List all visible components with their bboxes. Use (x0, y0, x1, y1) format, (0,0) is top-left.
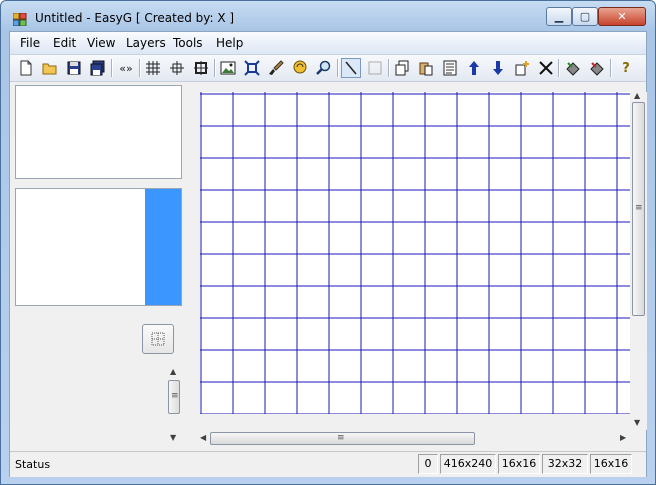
menu-file[interactable]: File (20, 36, 40, 50)
toolbar-separator (610, 59, 612, 77)
menu-bar: File Edit View Layers Tools Help (10, 32, 646, 55)
menu-view[interactable]: View (87, 36, 115, 50)
bucket-b-icon[interactable] (587, 58, 607, 78)
lasso-icon[interactable] (290, 58, 310, 78)
menu-tools[interactable]: Tools (173, 36, 203, 50)
close-button[interactable]: ✕ (598, 7, 646, 26)
scroll-up-icon[interactable]: ▲ (634, 91, 640, 100)
menu-help[interactable]: Help (216, 36, 243, 50)
copy-icon[interactable] (392, 58, 412, 78)
horizontal-scroll-thumb[interactable]: ≡ (210, 432, 475, 445)
status-cursor-cell: 32x32 (542, 454, 588, 474)
grid-small-icon (151, 332, 165, 346)
status-layer-index: 0 (418, 454, 438, 474)
delete-icon[interactable] (536, 58, 556, 78)
client-area: File Edit View Layers Tools Help «» ? ▲ … (9, 31, 647, 477)
scroll-down-icon[interactable]: ▼ (634, 418, 640, 427)
tile-grid[interactable] (200, 92, 630, 414)
grid-icon[interactable] (143, 58, 163, 78)
maximize-button[interactable]: ▢ (572, 7, 598, 26)
minimize-button[interactable]: ▁ (546, 7, 572, 26)
toolbar-separator (139, 59, 141, 77)
app-icon (12, 11, 27, 27)
toolbar-separator (214, 59, 216, 77)
new-file-icon[interactable] (16, 58, 36, 78)
window-title: Untitled - EasyG [ Created by: X ] (35, 11, 235, 25)
move-up-icon[interactable] (464, 58, 484, 78)
preview-panel[interactable] (15, 85, 182, 179)
scroll-right-icon[interactable]: ▶ (620, 433, 626, 442)
scroll-left-icon[interactable]: ◀ (200, 433, 206, 442)
zoom-icon[interactable] (314, 58, 334, 78)
scroll-down-icon[interactable]: ▼ (170, 433, 176, 442)
paste-icon[interactable] (416, 58, 436, 78)
rectangle-tool-icon[interactable] (365, 58, 385, 78)
scroll-up-icon[interactable]: ▲ (170, 367, 176, 376)
status-label: Status (15, 458, 51, 471)
help-icon[interactable]: ? (616, 58, 636, 78)
toolbar-separator (558, 59, 560, 77)
add-layer-icon[interactable] (512, 58, 532, 78)
toolbar-separator (388, 59, 390, 77)
canvas-horizontal-scrollbar[interactable]: ◀ ≡ ▶ (200, 430, 630, 447)
app-window: Untitled - EasyG [ Created by: X ] ▁ ▢ ✕… (0, 0, 656, 485)
save-all-icon[interactable] (88, 58, 108, 78)
vertical-scroll-thumb[interactable]: ≡ (632, 102, 645, 316)
grip-icon: ≡ (171, 391, 179, 401)
status-tile-size: 16x16 (498, 454, 540, 474)
save-icon[interactable] (64, 58, 84, 78)
toolbar-separator (337, 59, 339, 77)
text-icon[interactable] (440, 58, 460, 78)
grip-icon: ≡ (635, 203, 643, 213)
map-canvas[interactable] (200, 92, 630, 414)
title-bar[interactable]: Untitled - EasyG [ Created by: X ] ▁ ▢ ✕ (1, 1, 655, 31)
bucket-a-icon[interactable] (563, 58, 583, 78)
status-selection-size: 16x16 (590, 454, 632, 474)
canvas-vertical-scrollbar[interactable]: ▲ ≡ ▼ (630, 91, 647, 430)
status-bar: Status 0 416x240 16x16 32x32 16x16 (10, 451, 646, 477)
layers-scroll-thumb[interactable]: ≡ (168, 380, 180, 414)
swap-arrows-icon[interactable]: «» (116, 58, 136, 78)
grip-icon: ≡ (337, 433, 345, 443)
crosshair-icon[interactable] (167, 58, 187, 78)
status-map-size: 416x240 (440, 454, 496, 474)
move-down-icon[interactable] (488, 58, 508, 78)
open-folder-icon[interactable] (40, 58, 60, 78)
toggle-grid-button[interactable] (142, 324, 174, 354)
tile-palette-panel[interactable] (15, 188, 182, 306)
layers-scrollbar[interactable]: ▲ ≡ ▼ (166, 365, 183, 445)
toolbar: «» ? (10, 55, 646, 82)
toolbar-separator (111, 59, 113, 77)
fit-icon[interactable] (242, 58, 262, 78)
menu-layers[interactable]: Layers (126, 36, 166, 50)
brush-icon[interactable] (266, 58, 286, 78)
frame-icon[interactable] (191, 58, 211, 78)
line-tool-icon[interactable] (341, 58, 361, 78)
image-icon[interactable] (218, 58, 238, 78)
menu-edit[interactable]: Edit (53, 36, 76, 50)
selected-tile-swatch[interactable] (145, 189, 181, 305)
